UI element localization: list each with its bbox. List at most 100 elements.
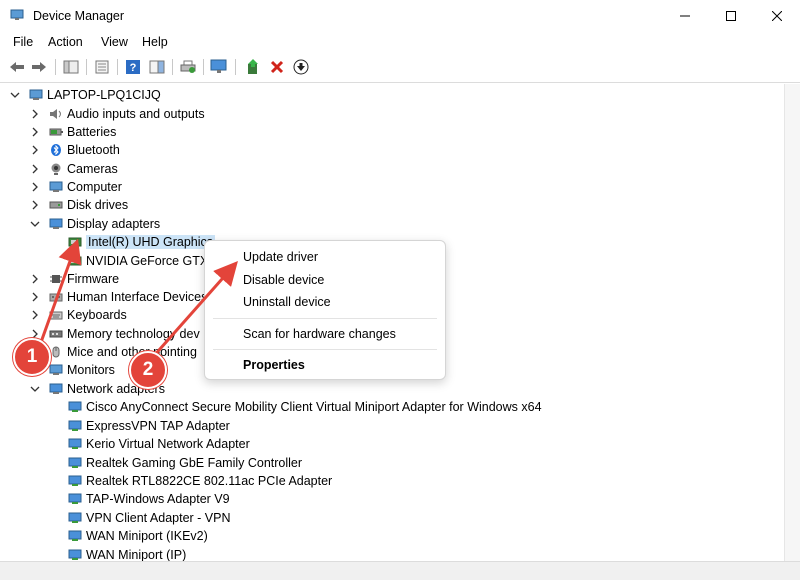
memory-icon [49, 330, 63, 338]
battery-icon [49, 128, 63, 136]
graphics-card-icon [68, 256, 82, 266]
scan-hardware-button[interactable] [210, 58, 228, 76]
chevron-down-icon[interactable] [30, 219, 40, 229]
uninstall-device-menu-item[interactable]: Uninstall device [243, 295, 331, 309]
tree-category-computer[interactable]: Computer [49, 178, 122, 196]
network-adapter-icon [68, 438, 82, 449]
tree-category-keyboards[interactable]: Keyboards [49, 306, 127, 324]
tree-device-label: Realtek RTL8822CE 802.11ac PCIe Adapter [86, 474, 333, 488]
window-title: Device Manager [33, 9, 125, 23]
minimize-button[interactable] [662, 0, 708, 32]
tree-device-label: TAP-Windows Adapter V9 [86, 492, 230, 506]
tree-category-hid[interactable]: Human Interface Devices [49, 288, 207, 306]
tree-device-network[interactable]: TAP-Windows Adapter V9 [68, 490, 230, 508]
tree-device-intel-uhd[interactable]: Intel(R) UHD Graphics [68, 233, 216, 251]
tree-category-monitors[interactable]: Monitors [49, 361, 115, 379]
step-1-badge: 1 [13, 338, 51, 376]
keyboard-icon [49, 311, 63, 320]
tree-category-batteries[interactable]: Batteries [49, 123, 116, 141]
show-hide-console-tree-button[interactable] [62, 58, 80, 76]
tree-device-network[interactable]: WAN Miniport (IKEv2) [68, 527, 208, 545]
monitor-icon [49, 364, 63, 375]
horizontal-scrollbar[interactable] [0, 561, 800, 580]
tree-device-network[interactable]: Kerio Virtual Network Adapter [68, 435, 250, 453]
monitor-icon [49, 181, 63, 192]
tree-category-firmware[interactable]: Firmware [49, 270, 119, 288]
tree-category-label: Cameras [67, 162, 118, 176]
tree-category-mice[interactable]: Mice and other pointing [49, 343, 197, 361]
chevron-right-icon[interactable] [30, 109, 40, 119]
camera-icon [51, 163, 61, 175]
disable-device-button[interactable] [292, 58, 310, 76]
tree-category-display-adapters[interactable]: Display adapters [49, 215, 160, 233]
menu-divider [213, 349, 437, 350]
network-adapter-icon [68, 549, 82, 560]
uninstall-device-button[interactable] [268, 58, 286, 76]
print-button[interactable] [179, 58, 197, 76]
tree-device-label: Kerio Virtual Network Adapter [86, 437, 250, 451]
network-adapter-icon [68, 420, 82, 431]
menu-file[interactable]: File [13, 35, 33, 49]
tree-category-label: Memory technology dev [67, 327, 200, 341]
chevron-right-icon[interactable] [30, 182, 40, 192]
tree-category-bluetooth[interactable]: Bluetooth [49, 141, 120, 159]
tree-category-label: Disk drives [67, 198, 129, 212]
chevron-right-icon[interactable] [30, 200, 40, 210]
chevron-right-icon[interactable] [30, 274, 40, 284]
tree-device-network[interactable]: Realtek RTL8822CE 802.11ac PCIe Adapter [68, 472, 332, 490]
update-driver-button[interactable] [244, 58, 262, 76]
tree-category-label: Monitors [67, 363, 115, 377]
menu-action[interactable]: Action [48, 35, 83, 49]
close-button[interactable] [754, 0, 800, 32]
tree-category-label: Bluetooth [67, 143, 120, 157]
maximize-button[interactable] [708, 0, 754, 32]
disable-device-menu-item[interactable]: Disable device [243, 273, 324, 287]
update-driver-menu-item[interactable]: Update driver [243, 250, 318, 264]
menu-help[interactable]: Help [142, 35, 168, 49]
tree-category-cameras[interactable]: Cameras [49, 160, 118, 178]
vertical-scrollbar[interactable] [784, 84, 800, 562]
maximize-icon [726, 11, 736, 21]
properties-menu-item[interactable]: Properties [243, 358, 305, 372]
chevron-right-icon[interactable] [30, 164, 40, 174]
tree-category-memory[interactable]: Memory technology dev [49, 325, 200, 343]
tree-device-nvidia[interactable]: NVIDIA GeForce GTX [68, 252, 208, 270]
monitor-scan-icon [210, 59, 227, 73]
tree-device-network[interactable]: WAN Miniport (IP) [68, 546, 186, 562]
graphics-card-icon [68, 237, 82, 247]
tree-device-label: WAN Miniport (IP) [86, 548, 187, 562]
chevron-down-icon[interactable] [30, 384, 40, 394]
network-adapter-icon [68, 530, 82, 541]
tree-root[interactable]: LAPTOP-LPQ1CIJQ [29, 86, 161, 104]
tree-category-label: Batteries [67, 125, 117, 139]
action-pane-button[interactable] [148, 58, 166, 76]
chip-icon [50, 275, 62, 283]
tree-category-audio[interactable]: Audio inputs and outputs [49, 105, 205, 123]
menu-view[interactable]: View [101, 35, 128, 49]
network-adapter-icon [68, 493, 82, 504]
down-arrow-circle-icon [293, 59, 309, 75]
tree-device-network[interactable]: Cisco AnyConnect Secure Mobility Client … [68, 398, 542, 416]
tree-device-network[interactable]: VPN Client Adapter - VPN [68, 509, 231, 527]
network-adapter-icon [49, 383, 63, 394]
properties-toolbar-button[interactable] [93, 58, 111, 76]
help-toolbar-button[interactable]: ? [124, 58, 142, 76]
chevron-right-icon[interactable] [30, 310, 40, 320]
scan-hardware-menu-item[interactable]: Scan for hardware changes [243, 327, 396, 341]
network-adapter-icon [68, 401, 82, 412]
tree-category-label: Keyboards [67, 308, 127, 322]
chevron-right-icon[interactable] [30, 127, 40, 137]
properties-icon [95, 60, 109, 74]
chevron-right-icon[interactable] [30, 145, 40, 155]
back-button[interactable] [8, 58, 26, 76]
tree-category-disk-drives[interactable]: Disk drives [49, 196, 128, 214]
chevron-right-icon[interactable] [30, 292, 40, 302]
tree-device-network[interactable]: Realtek Gaming GbE Family Controller [68, 454, 302, 472]
step-2-badge: 2 [129, 351, 167, 389]
tree-device-network[interactable]: ExpressVPN TAP Adapter [68, 417, 230, 435]
tree-device-label: VPN Client Adapter - VPN [86, 511, 231, 525]
arrow-right-icon [32, 62, 46, 72]
update-driver-icon [248, 59, 258, 74]
forward-button[interactable] [30, 58, 48, 76]
chevron-down-icon[interactable] [10, 90, 20, 100]
